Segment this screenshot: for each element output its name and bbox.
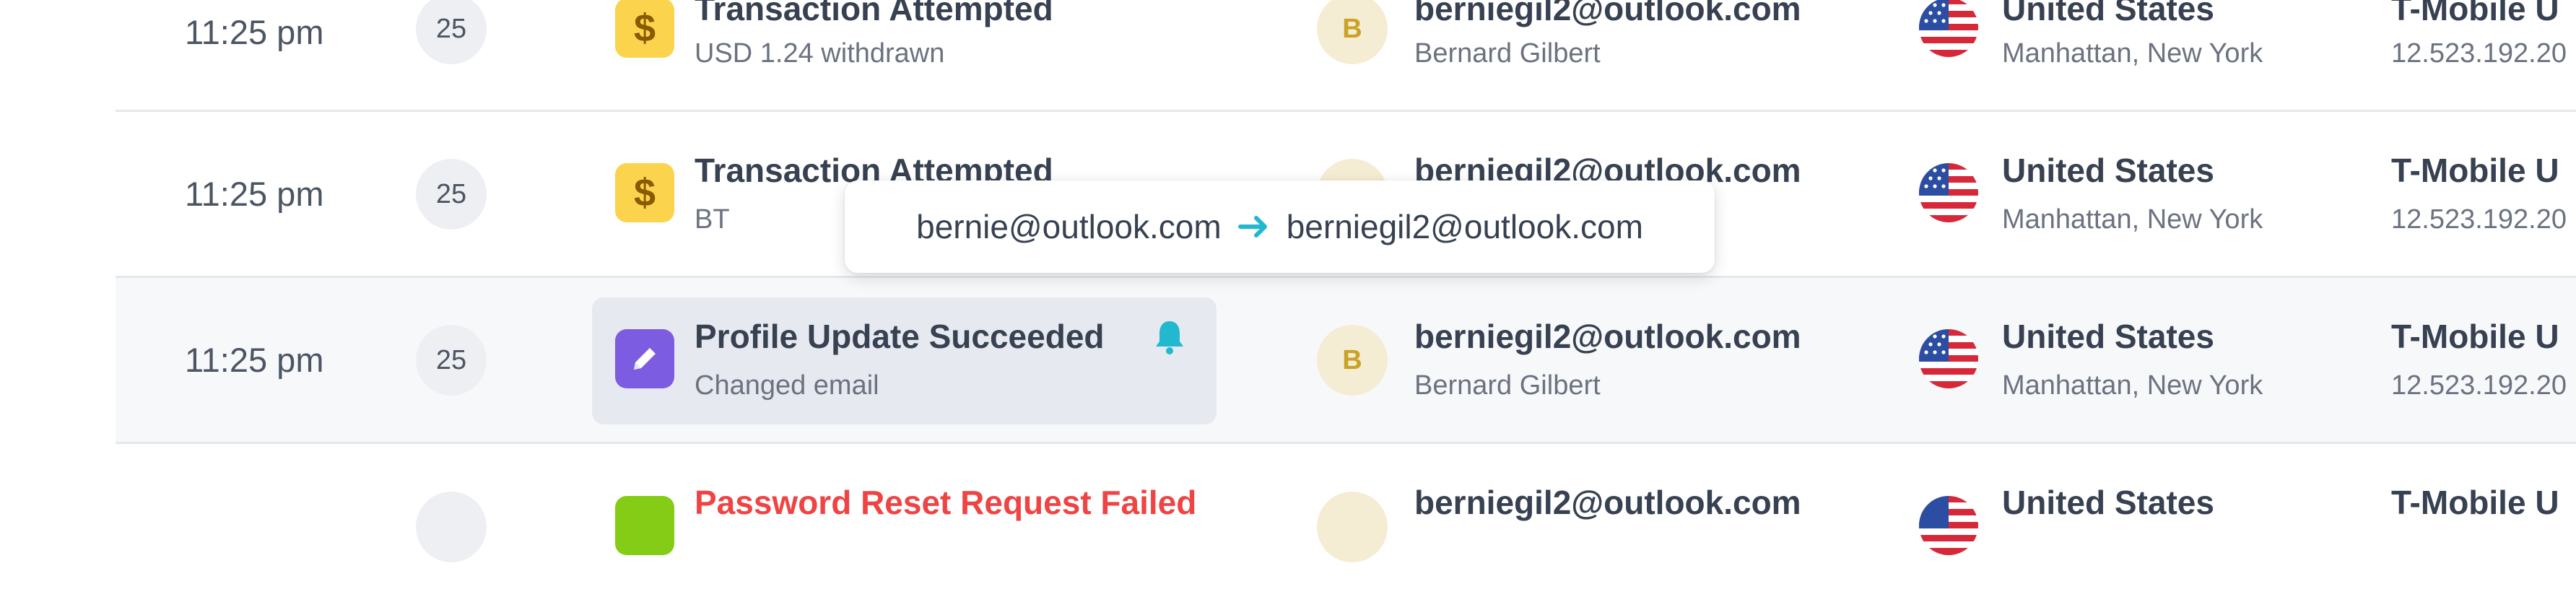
- us-flag-icon: [1919, 496, 1978, 555]
- event-title: Password Reset Request Failed: [695, 484, 1197, 521]
- event-title: Transaction Attempted: [695, 0, 1053, 27]
- event-time: 11:25 pm: [185, 175, 324, 213]
- us-flag-icon: [1919, 0, 1978, 57]
- tooltip-to-email: berniegil2@outlook.com: [1286, 208, 1643, 245]
- tooltip-from-email: bernie@outlook.com: [916, 208, 1222, 245]
- ip-address: 12.523.192.20: [2391, 204, 2567, 235]
- country: United States: [2002, 152, 2214, 189]
- event-count-badge: 25: [416, 159, 487, 230]
- carrier: T-Mobile U: [2391, 0, 2559, 27]
- key-icon: [615, 496, 674, 555]
- event-count-badge: 25: [416, 0, 487, 64]
- event-detail: Changed email: [695, 370, 879, 401]
- city: Manhattan, New York: [2002, 204, 2263, 235]
- country: United States: [2002, 484, 2214, 521]
- country: United States: [2002, 318, 2214, 355]
- us-flag-icon: [1919, 329, 1978, 388]
- user-email[interactable]: berniegil2@outlook.com: [1414, 317, 1801, 356]
- carrier: T-Mobile U: [2391, 152, 2559, 189]
- arrow-right-icon: [1237, 212, 1271, 241]
- dollar-icon: $: [615, 0, 674, 58]
- user-email[interactable]: berniegil2@outlook.com: [1414, 483, 1801, 522]
- ip-address: 12.523.192.20: [2391, 38, 2567, 69]
- user-name: Bernard Gilbert: [1414, 370, 1601, 401]
- avatar: [1317, 492, 1388, 562]
- table-row-content: Profile Update Succeeded Changed email B…: [116, 278, 2576, 444]
- event-detail: BT: [695, 204, 730, 235]
- avatar: B: [1317, 0, 1388, 64]
- country: United States: [2002, 0, 2214, 27]
- avatar: B: [1317, 325, 1388, 396]
- carrier: T-Mobile U: [2391, 484, 2559, 521]
- user-email[interactable]: berniegil2@outlook.com: [1414, 0, 1801, 28]
- activity-table: 11:25 pm 25 $ Transaction Attempted USD …: [116, 0, 2576, 562]
- event-title: Profile Update Succeeded: [695, 318, 1105, 355]
- us-flag-icon: [1919, 163, 1978, 222]
- bell-icon[interactable]: [1153, 318, 1186, 356]
- user-name: Bernard Gilbert: [1414, 38, 1601, 69]
- table-row[interactable]: 11:25 pm 25 $ Transaction Attempted USD …: [116, 0, 2576, 112]
- dollar-icon: $: [615, 163, 674, 222]
- email-change-tooltip: bernie@outlook.com berniegil2@outlook.co…: [845, 180, 1715, 273]
- table-row[interactable]: Password Reset Request Failed berniegil2…: [116, 444, 2576, 610]
- svg-text:$: $: [634, 6, 656, 50]
- svg-text:$: $: [634, 171, 656, 214]
- event-time: 11:25 pm: [185, 13, 324, 51]
- event-detail: USD 1.24 withdrawn: [695, 38, 945, 69]
- city: Manhattan, New York: [2002, 370, 2263, 401]
- carrier: T-Mobile U: [2391, 318, 2559, 355]
- city: Manhattan, New York: [2002, 38, 2263, 69]
- ip-address: 12.523.192.20: [2391, 370, 2567, 401]
- event-count-badge: [416, 492, 487, 562]
- pencil-icon: [615, 329, 674, 388]
